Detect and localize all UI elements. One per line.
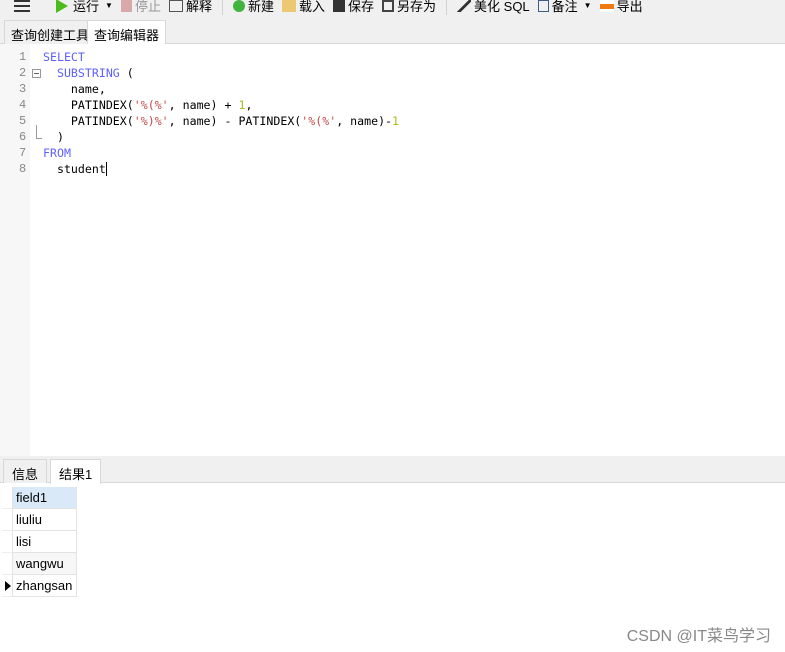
code-line[interactable]: PATINDEX('%)%', name) - PATINDEX('%(%', … xyxy=(43,113,399,129)
beautify-sql-button[interactable]: 美化 SQL xyxy=(453,0,534,14)
row-indicator[interactable] xyxy=(2,531,13,553)
result-grid: field1 liuliu lisi wangwu zhangsan xyxy=(2,487,77,597)
toolbar: 运行 ▼ 停止 解释 新建 载入 保存 另存为 美化 SQL 备注 ▼ 导出 xyxy=(0,0,785,17)
code-line[interactable]: student xyxy=(43,161,107,177)
line-number: 2 xyxy=(19,66,27,80)
run-label: 运行 xyxy=(73,0,100,14)
table-cell[interactable]: wangwu xyxy=(13,553,77,575)
explain-icon xyxy=(168,0,183,12)
note-icon xyxy=(537,0,549,12)
export-icon xyxy=(599,0,614,12)
new-icon xyxy=(232,0,245,12)
code-token-pl: PATINDEX( xyxy=(43,98,134,112)
row-indicator[interactable] xyxy=(2,509,13,531)
code-token-pl: , name) - PATINDEX( xyxy=(168,114,302,128)
line-number: 8 xyxy=(19,162,27,176)
export-button[interactable]: 导出 xyxy=(596,0,647,14)
export-label: 导出 xyxy=(616,0,643,14)
explain-button[interactable]: 解释 xyxy=(165,0,216,14)
code-line[interactable]: PATINDEX('%(%', name) + 1, xyxy=(43,97,253,113)
code-token-kw: FROM xyxy=(43,146,71,160)
code-line[interactable]: SUBSTRING ( xyxy=(43,65,134,81)
fold-end xyxy=(36,138,42,139)
folder-icon xyxy=(281,0,296,12)
code-token-str: '%(%' xyxy=(301,114,337,128)
tab-query-editor[interactable]: 查询编辑器 xyxy=(87,20,167,45)
save-as-icon xyxy=(382,0,395,12)
row-indicator[interactable] xyxy=(2,575,13,597)
code-token-pl: , name)- xyxy=(336,114,393,128)
sql-editor[interactable]: 1 SELECT 2 SUBSTRING (3 name, 4 PATINDEX('%… xyxy=(0,44,785,456)
line-number: 1 xyxy=(19,50,27,64)
note-label: 备注 xyxy=(551,0,578,14)
table-row[interactable]: wangwu xyxy=(2,553,77,575)
stop-icon xyxy=(120,0,132,12)
code-token-num: 1 xyxy=(392,114,400,128)
table-row[interactable]: lisi xyxy=(2,531,77,553)
row-indicator[interactable] xyxy=(2,553,13,575)
fold-line xyxy=(36,125,37,139)
code-line[interactable]: FROM xyxy=(43,145,71,161)
code-token-pl: PATINDEX( xyxy=(43,114,134,128)
note-button[interactable]: 备注 ▼ xyxy=(534,0,596,14)
new-button[interactable]: 新建 xyxy=(229,0,278,14)
row-indicator xyxy=(2,487,13,509)
save-icon xyxy=(333,0,345,12)
menu-icon[interactable] xyxy=(14,0,30,12)
code-token-kw: SELECT xyxy=(43,50,85,64)
chevron-down-icon[interactable]: ▼ xyxy=(105,1,113,10)
code-token-str: '%(%' xyxy=(133,98,169,112)
load-button[interactable]: 载入 xyxy=(278,0,329,14)
stop-label: 停止 xyxy=(134,0,161,14)
divider xyxy=(446,0,448,15)
tab-info[interactable]: 信息 xyxy=(3,459,48,483)
save-as-label: 另存为 xyxy=(397,0,437,14)
result-tabs: 信息 结果1 xyxy=(0,459,785,484)
line-number: 4 xyxy=(19,98,27,112)
explain-label: 解释 xyxy=(185,0,212,14)
line-number: 3 xyxy=(19,82,27,96)
text-caret xyxy=(105,162,107,176)
save-as-button[interactable]: 另存为 xyxy=(378,0,440,14)
current-row-arrow-icon xyxy=(5,581,11,591)
stop-button[interactable]: 停止 xyxy=(117,0,165,14)
table-cell[interactable]: lisi xyxy=(13,531,77,553)
fold-toggle-icon[interactable] xyxy=(32,69,41,78)
code-token-pl: ) xyxy=(43,130,64,144)
tab-query-builder[interactable]: 查询创建工具 xyxy=(4,20,97,44)
play-icon xyxy=(56,0,68,13)
save-label: 保存 xyxy=(348,0,375,14)
load-label: 载入 xyxy=(298,0,325,14)
table-row[interactable]: zhangsan xyxy=(2,575,77,597)
code-token-pl: student xyxy=(43,162,106,176)
run-button[interactable]: 运行 ▼ xyxy=(52,0,117,14)
line-number: 6 xyxy=(19,130,27,144)
code-token-pl: ( xyxy=(119,66,134,80)
code-token-pl: name, xyxy=(43,82,106,96)
line-number: 5 xyxy=(19,114,27,128)
code-line[interactable]: ) xyxy=(43,129,64,145)
code-token-kw: SUBSTRING xyxy=(56,66,120,80)
editor-tabs: 查询创建工具 查询编辑器 xyxy=(0,17,785,45)
table-cell[interactable]: zhangsan xyxy=(13,575,77,597)
chevron-down-icon[interactable]: ▼ xyxy=(584,1,592,10)
code-line[interactable]: SELECT xyxy=(43,49,85,65)
save-button[interactable]: 保存 xyxy=(329,0,378,14)
table-cell[interactable]: liuliu xyxy=(13,509,77,531)
magic-wand-icon xyxy=(457,0,472,12)
column-header-field1[interactable]: field1 xyxy=(13,487,77,509)
code-token-str: '%)%' xyxy=(133,114,169,128)
code-token-pl: , xyxy=(245,98,253,112)
code-token-pl: , name) + xyxy=(168,98,239,112)
code-line[interactable]: name, xyxy=(43,81,106,97)
beautify-label: 美化 SQL xyxy=(474,0,530,14)
grid-header-row: field1 xyxy=(2,487,77,509)
tab-result-1[interactable]: 结果1 xyxy=(50,459,102,484)
divider xyxy=(221,0,223,15)
table-row[interactable]: liuliu xyxy=(2,509,77,531)
watermark: CSDN @IT菜鸟学习 xyxy=(626,628,771,645)
line-number: 7 xyxy=(19,146,27,160)
new-label: 新建 xyxy=(247,0,274,14)
